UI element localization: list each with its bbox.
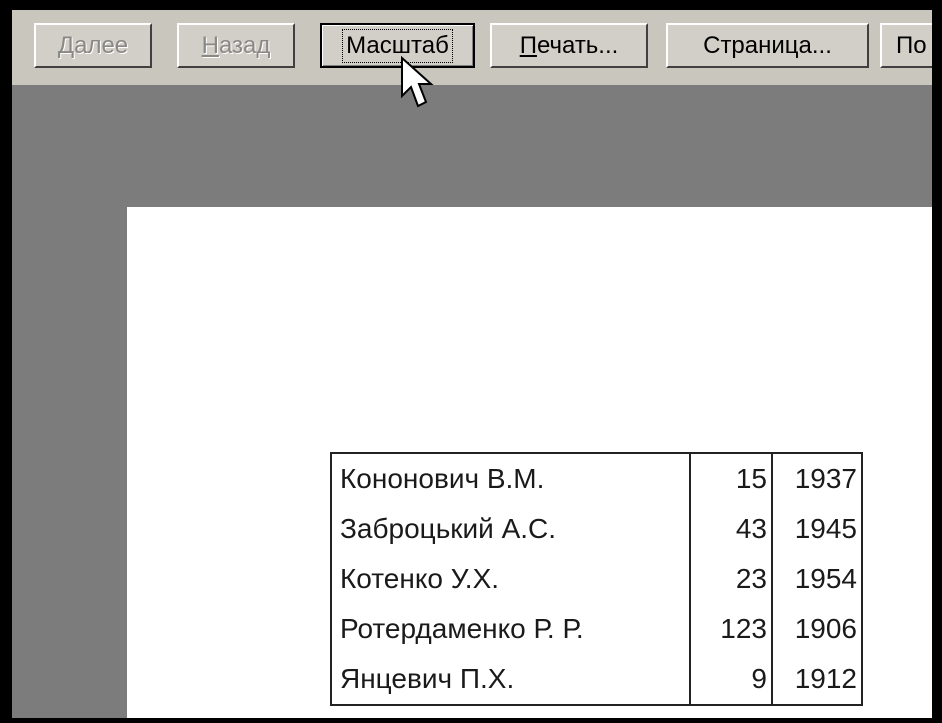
table-row: Заброцький А.С. 43 1945 [331,504,862,554]
next-button[interactable]: Далее [34,23,152,68]
next-label: алее [74,31,129,59]
cell-name: Заброцький А.С. [340,513,557,544]
print-button[interactable]: Печать... [490,23,648,68]
cut-off-button[interactable]: По [880,23,932,68]
mouse-pointer-icon [401,56,434,108]
page-setup-label: Страница... [703,31,832,59]
back-button[interactable]: Назад [177,23,295,68]
cell-name: Котенко У.Х. [340,563,500,594]
cell-num: 15 [689,453,772,504]
back-mnemonic: Н [201,31,219,59]
cell-year: 1954 [771,554,862,604]
toolbar: Далее Назад Масштаб Печать... Страница..… [12,10,932,85]
data-table: Кононович В.М. 15 1937 Заброцький А.С. 43 194… [330,452,863,706]
cell-year: 1906 [771,604,862,654]
cell-year: 1912 [771,654,862,705]
print-preview-window: Далее Назад Масштаб Печать... Страница..… [12,10,932,718]
zoom-button[interactable]: Масштаб [320,23,475,68]
cell-num: 23 [689,554,772,604]
table-row: Кононович В.М. 15 1937 [331,453,862,504]
cell-name: Ротердаменко Р. Р. [340,613,584,644]
cell-num: 9 [689,654,772,705]
cell-year: 1937 [771,453,862,504]
print-label: ечать... [536,31,619,59]
table-row: Янцевич П.Х. 9 1912 [331,654,862,705]
cell-num: 43 [689,504,772,554]
next-mnemonic: Д [57,31,75,59]
cell-num: 123 [689,604,772,654]
cell-year: 1945 [771,504,862,554]
preview-page: Кононович В.М. 15 1937 Заброцький А.С. 43 194… [127,207,932,718]
cell-name: Янцевич П.Х. [340,663,515,694]
preview-area[interactable]: Кононович В.М. 15 1937 Заброцький А.С. 43 194… [12,85,932,718]
page-setup-button[interactable]: Страница... [666,23,869,68]
table-row: Котенко У.Х. 23 1954 [331,554,862,604]
cell-name: Кононович В.М. [340,463,545,494]
cut-off-label: По [896,31,927,59]
back-label: азад [218,31,271,59]
table-row: Ротердаменко Р. Р. 123 1906 [331,604,862,654]
print-mnemonic: П [519,31,537,59]
